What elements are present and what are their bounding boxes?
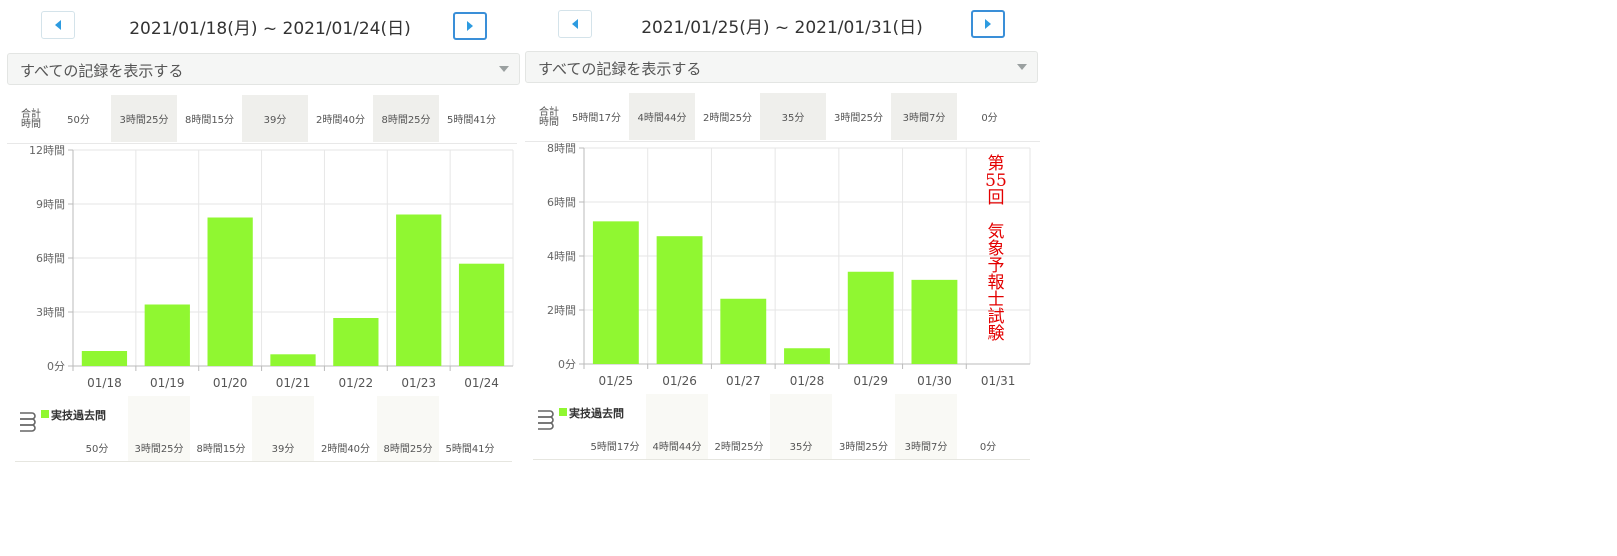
total-cell: 4時間44分	[629, 93, 695, 140]
legend-value-cell: 8時間15分	[196, 444, 246, 455]
legend-value-cell: 3時間25分	[128, 396, 190, 461]
chevron-down-icon	[1017, 64, 1027, 70]
legend-swatch	[559, 408, 567, 416]
totals-label: 合計 時間	[21, 109, 41, 130]
x-tick-label: 01/27	[726, 374, 761, 388]
bar	[656, 236, 703, 364]
x-tick-label: 01/28	[790, 374, 825, 388]
chevron-down-icon	[499, 66, 509, 72]
x-tick-label: 01/25	[599, 374, 634, 388]
y-tick-label: 12時間	[29, 144, 65, 157]
legend-value-cell: 35分	[770, 394, 832, 459]
caret-right-icon	[985, 19, 991, 29]
total-cell: 3時間25分	[833, 113, 884, 124]
date-range: 2021/01/25(月) ~ 2021/01/31(日)	[641, 18, 923, 38]
bar	[270, 354, 316, 366]
prev-week-button[interactable]	[558, 10, 592, 38]
x-tick-label: 01/19	[150, 376, 185, 390]
y-tick-label: 8時間	[547, 142, 576, 155]
prev-week-button[interactable]	[41, 11, 75, 39]
x-tick-label: 01/18	[87, 376, 122, 390]
x-tick-label: 01/31	[981, 374, 1016, 388]
legend-value-cell: 8時間25分	[377, 396, 439, 461]
record-filter-select[interactable]: すべての記録を表示する	[525, 51, 1038, 83]
bar	[911, 279, 958, 364]
filter-label: すべての記録を表示する	[538, 60, 702, 78]
book-stack-icon	[20, 412, 36, 432]
weekly-panel-2: 2021/01/25(月) ~ 2021/01/31(日) すべての記録を表示す…	[522, 0, 1042, 470]
bar	[720, 298, 767, 364]
legend-value-cell: 4時間44分	[646, 394, 708, 459]
y-tick-label: 4時間	[547, 250, 576, 263]
y-tick-label: 3時間	[36, 306, 65, 319]
total-cell: 5時間17分	[571, 113, 622, 124]
bar	[458, 263, 505, 366]
total-cell: 2時間25分	[702, 113, 753, 124]
legend-value-cell: 5時間17分	[590, 442, 640, 453]
date-range: 2021/01/18(月) ~ 2021/01/24(日)	[129, 19, 411, 39]
y-tick-label: 0分	[47, 360, 65, 373]
bar	[847, 271, 894, 364]
bar	[592, 221, 639, 364]
weekly-panel-1: 2021/01/18(月) ~ 2021/01/24(日) すべての記録を表示す…	[0, 0, 520, 470]
total-cell: 8時間15分	[184, 115, 235, 126]
record-filter-select[interactable]: すべての記録を表示する	[7, 53, 520, 85]
legend-value-cell: 3時間25分	[838, 442, 889, 453]
filter-label: すべての記録を表示する	[20, 62, 184, 80]
y-tick-label: 6時間	[547, 196, 576, 209]
caret-left-icon	[55, 20, 61, 30]
exam-annotation: 第 55 回 気 象 予 報 士 試 験	[985, 154, 1007, 344]
bar-chart: 0分 3時間 6時間 9時間 12時間 01/18 01/19 01/20 01/21 01/22…	[29, 144, 514, 390]
next-week-button[interactable]	[453, 12, 487, 40]
totals-label: 合計 時間	[539, 107, 559, 128]
bar	[81, 351, 128, 366]
caret-left-icon	[572, 19, 578, 29]
y-tick-label: 0分	[558, 358, 576, 371]
x-tick-label: 01/24	[464, 376, 499, 390]
x-tick-label: 01/22	[339, 376, 374, 390]
legend-value-cell: 3時間7分	[895, 394, 957, 459]
x-tick-label: 01/23	[401, 376, 436, 390]
total-cell: 35分	[760, 93, 826, 140]
legend-value-cell: 2時間40分	[320, 444, 371, 455]
bar	[396, 214, 442, 366]
x-tick-label: 01/29	[853, 374, 888, 388]
divider	[533, 459, 1030, 460]
total-cell: 8時間25分	[373, 95, 439, 142]
legend-value-cell: 39分	[252, 396, 314, 461]
y-tick-label: 2時間	[547, 304, 576, 317]
x-tick-label: 01/26	[662, 374, 697, 388]
x-tick-label: 01/20	[213, 376, 248, 390]
legend-value-cell: 0分	[979, 442, 997, 453]
divider	[15, 461, 512, 462]
y-tick-label: 6時間	[36, 252, 65, 265]
y-tick-label: 9時間	[36, 198, 65, 211]
caret-right-icon	[467, 21, 473, 31]
total-cell: 5時間41分	[446, 115, 497, 126]
total-cell: 0分	[981, 113, 998, 124]
next-week-button[interactable]	[971, 10, 1005, 38]
total-cell: 2時間40分	[315, 115, 366, 126]
total-cell: 3時間25分	[111, 95, 177, 142]
total-cell: 39分	[242, 95, 308, 142]
bar	[207, 217, 253, 366]
legend-value-cell: 5時間41分	[445, 444, 495, 455]
bar	[144, 304, 190, 366]
total-cell: 50分	[67, 115, 90, 126]
x-tick-label: 01/21	[276, 376, 311, 390]
legend-value-cell: 50分	[85, 444, 109, 455]
book-stack-icon	[538, 410, 554, 430]
total-cell: 3時間7分	[891, 93, 957, 140]
legend-swatch	[41, 410, 49, 418]
bar	[333, 318, 379, 366]
legend-value-cell: 2時間25分	[714, 442, 764, 453]
bar	[784, 348, 830, 364]
x-tick-label: 01/30	[917, 374, 952, 388]
bar-chart: 0分 2時間 4時間 6時間 8時間 01/25 01/26 01/27 01/28 01/29 0…	[547, 142, 1031, 388]
